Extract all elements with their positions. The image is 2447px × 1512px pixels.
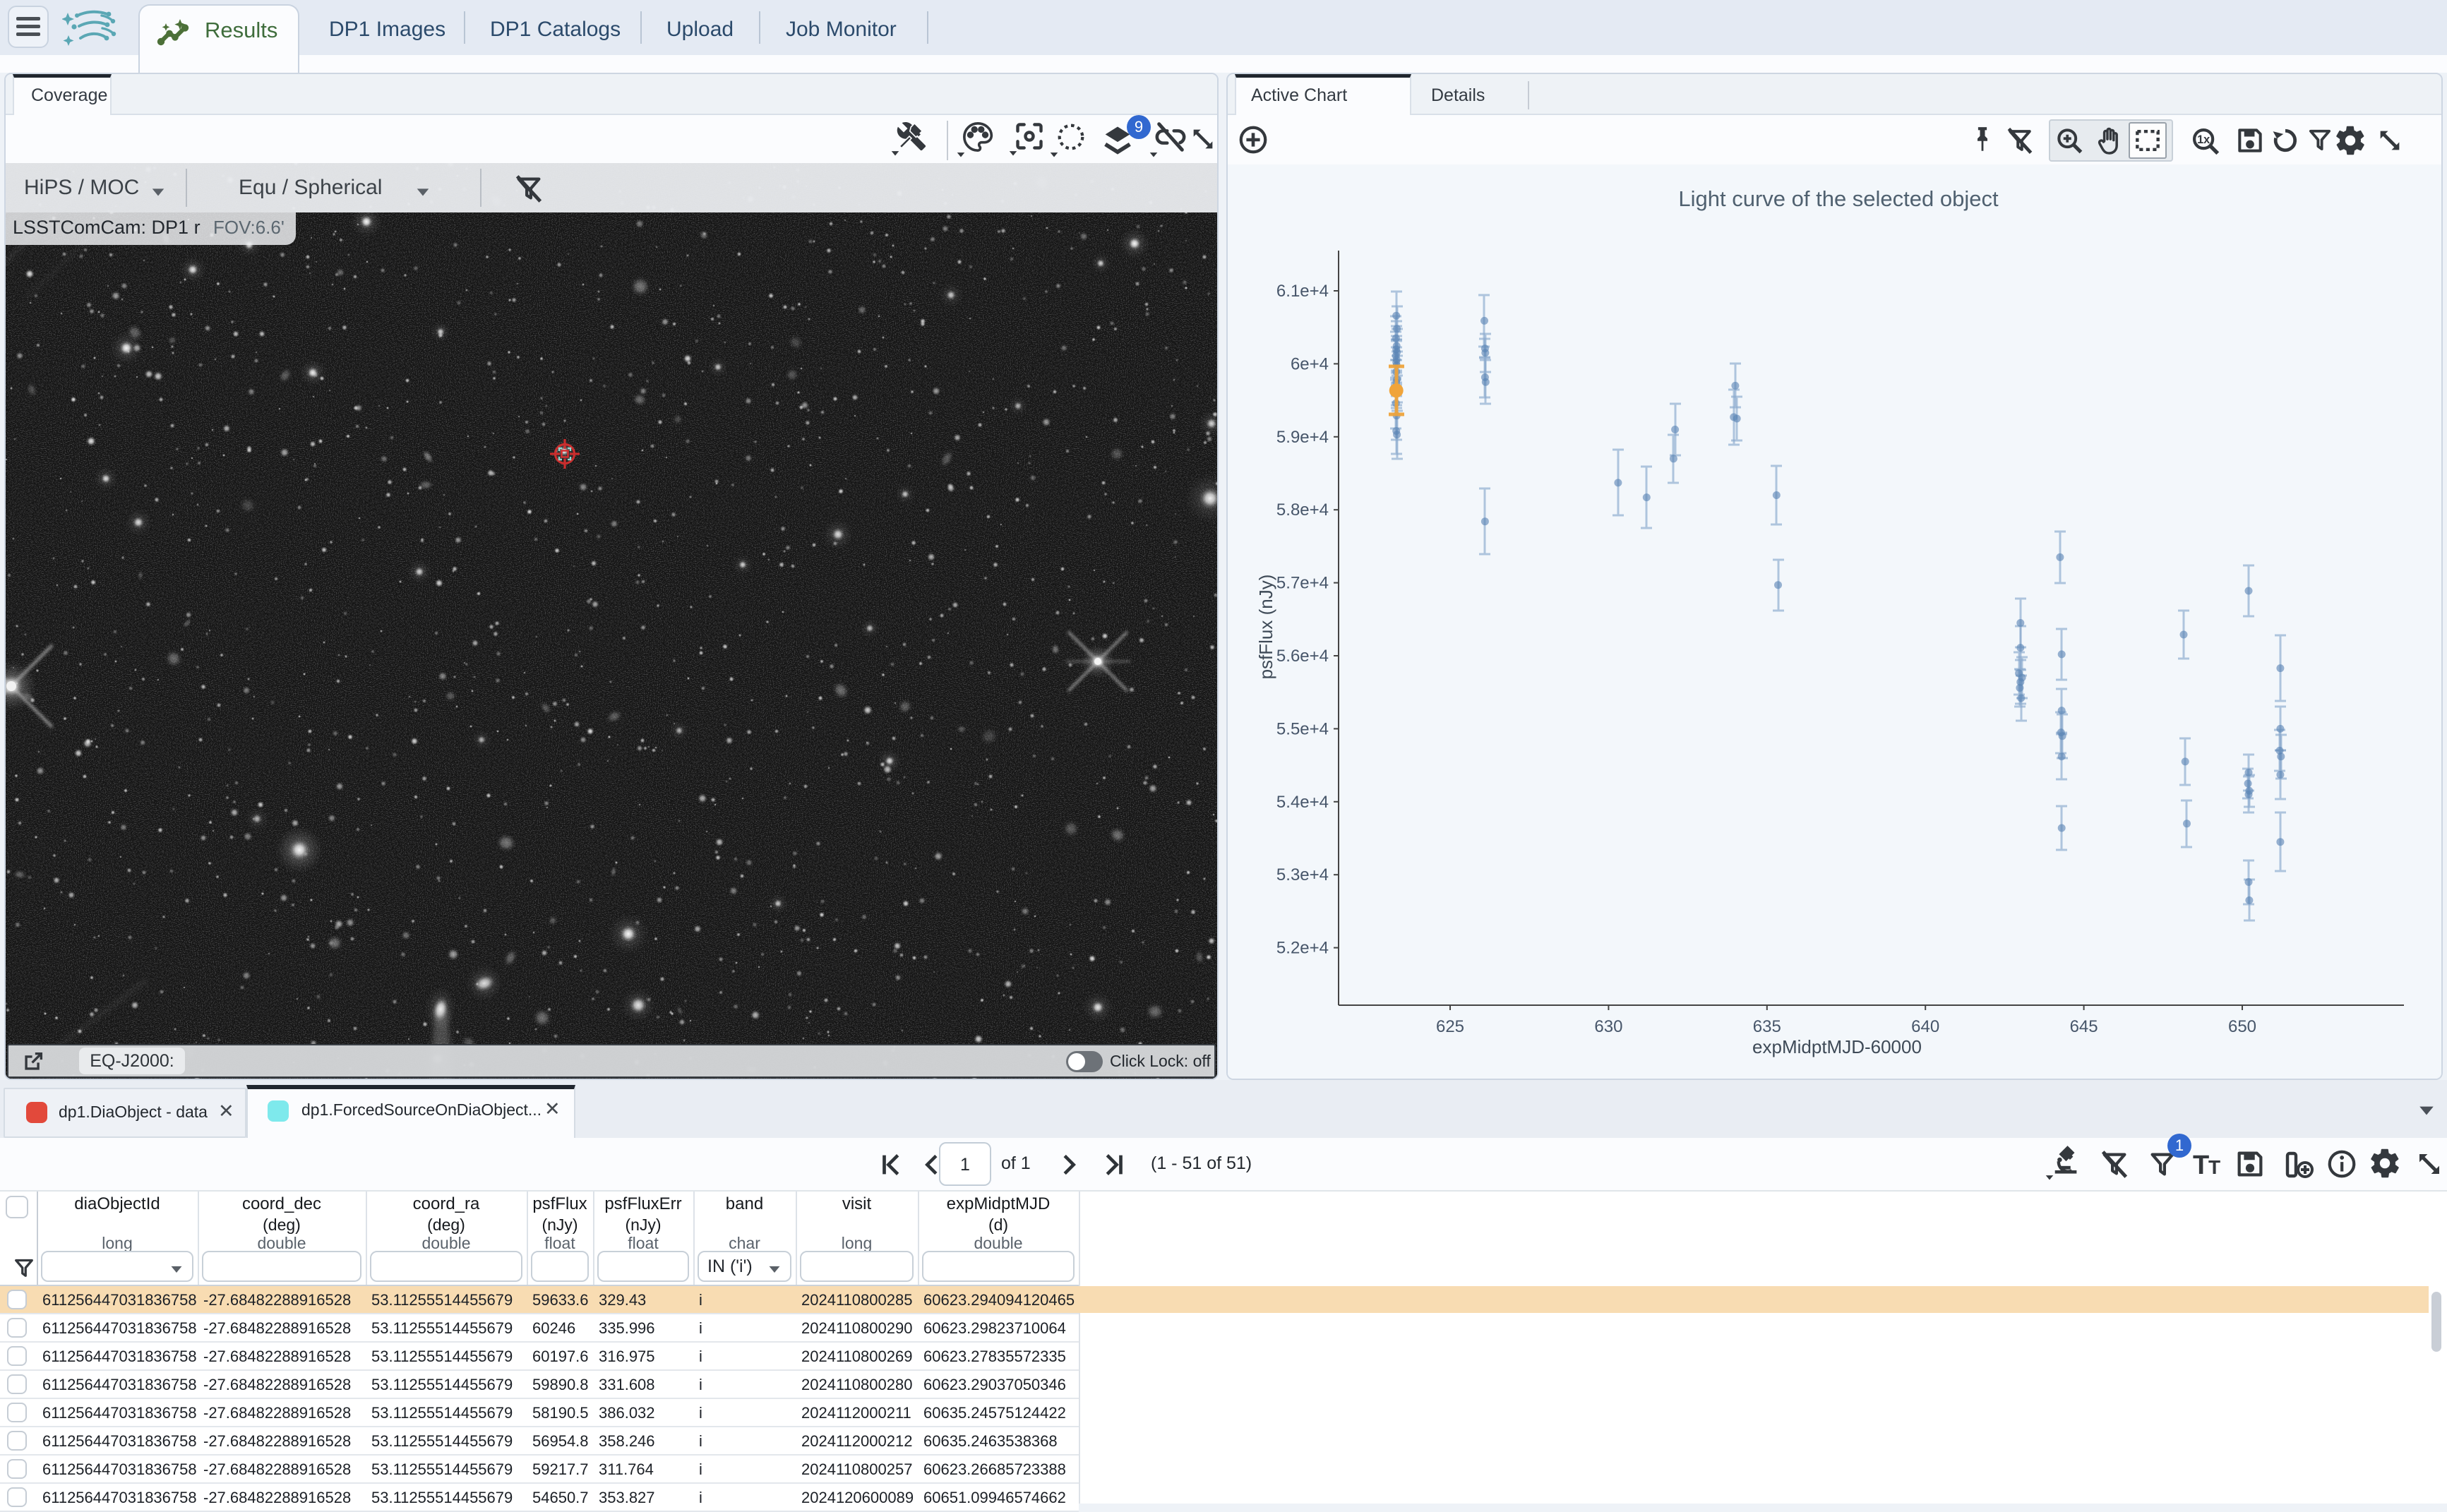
svg-text:6.1e+4: 6.1e+4 <box>1276 282 1329 301</box>
svg-text:T: T <box>2208 1156 2220 1178</box>
svg-text:5.8e+4: 5.8e+4 <box>1276 500 1329 520</box>
svg-text:5.5e+4: 5.5e+4 <box>1276 719 1329 738</box>
svg-text:625: 625 <box>1436 1017 1464 1036</box>
svg-text:Light curve of the selected ob: Light curve of the selected object <box>1678 186 1999 211</box>
svg-text:635: 635 <box>1753 1017 1781 1036</box>
svg-text:645: 645 <box>2070 1017 2098 1036</box>
svg-text:5.2e+4: 5.2e+4 <box>1276 939 1329 958</box>
svg-text:630: 630 <box>1594 1017 1622 1036</box>
svg-text:5.7e+4: 5.7e+4 <box>1276 574 1329 593</box>
svg-text:expMidptMJD-60000: expMidptMJD-60000 <box>1752 1036 1922 1057</box>
svg-text:5.3e+4: 5.3e+4 <box>1276 865 1329 884</box>
svg-text:640: 640 <box>1911 1017 1939 1036</box>
svg-text:psfFlux (nJy): psfFlux (nJy) <box>1255 575 1276 680</box>
svg-text:5.6e+4: 5.6e+4 <box>1276 647 1329 666</box>
svg-text:5.9e+4: 5.9e+4 <box>1276 428 1329 447</box>
svg-text:650: 650 <box>2228 1017 2256 1036</box>
svg-text:T: T <box>2193 1151 2209 1180</box>
svg-text:5.4e+4: 5.4e+4 <box>1276 793 1329 812</box>
svg-text:6e+4: 6e+4 <box>1291 354 1329 373</box>
svg-text:1x: 1x <box>2197 133 2210 146</box>
